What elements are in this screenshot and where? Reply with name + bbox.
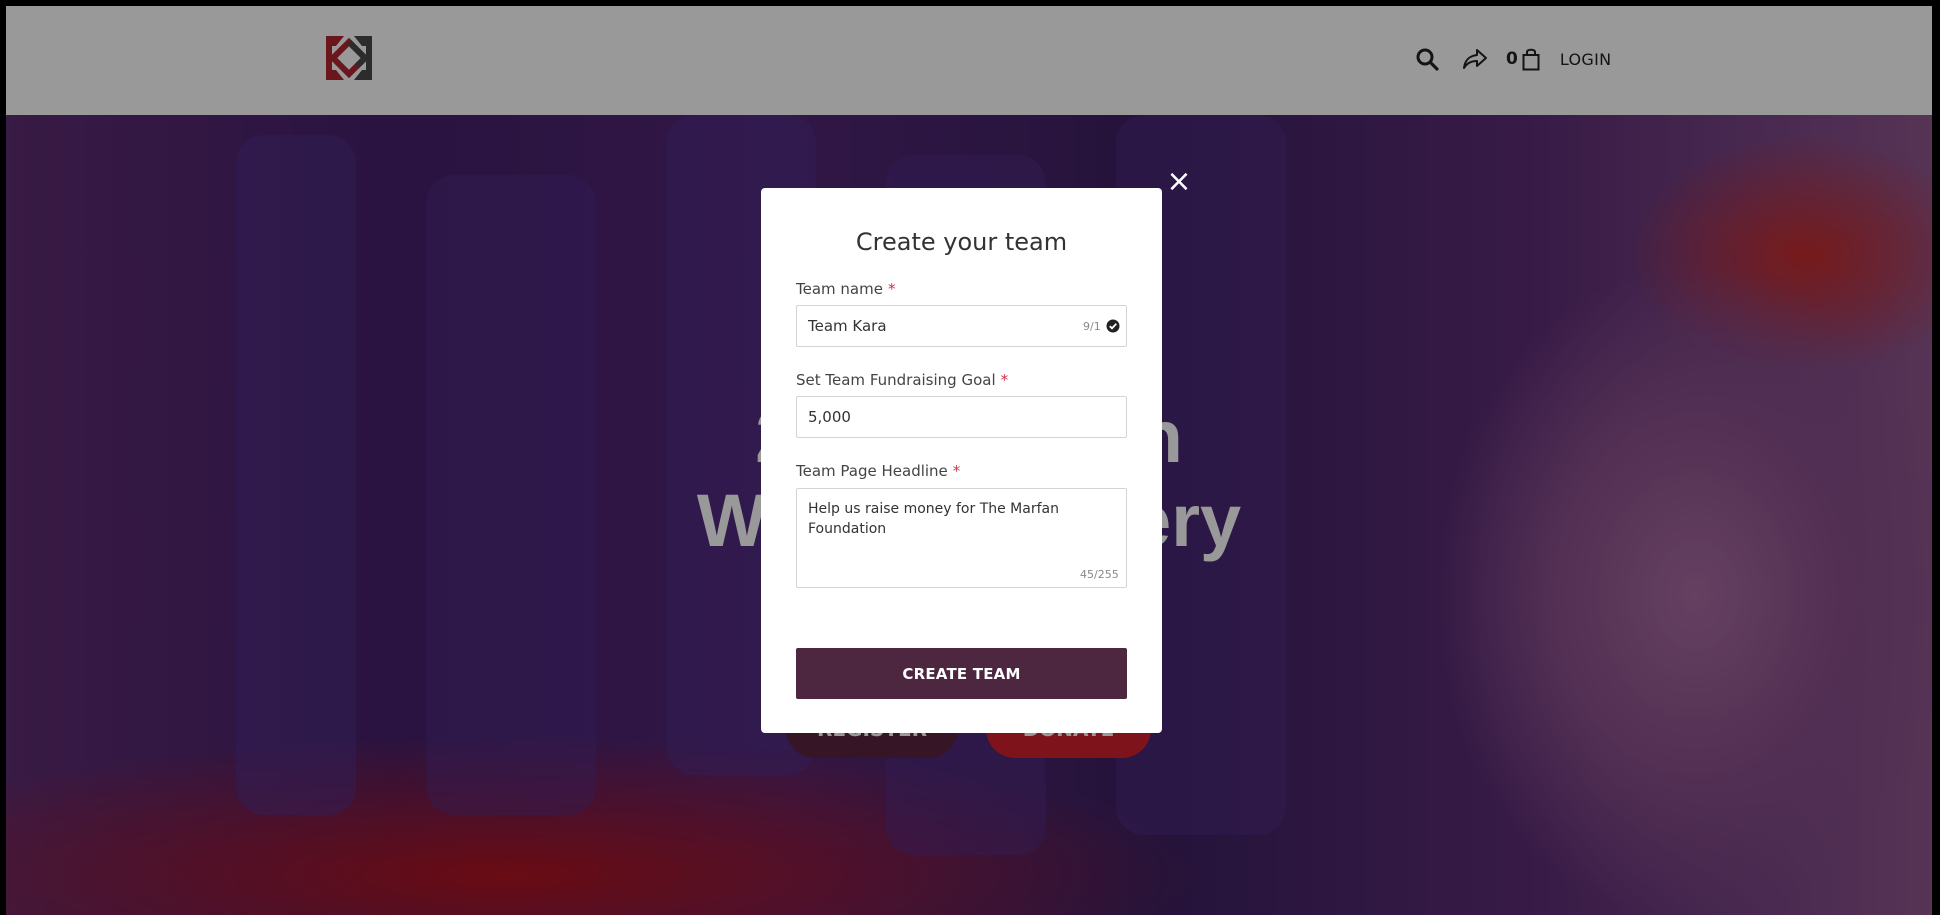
headline-value: Help us raise money for The Marfan Found… [808, 501, 1059, 537]
team-name-input[interactable]: Team Kara [796, 305, 1127, 347]
headline-label: Team Page Headline * [796, 462, 960, 480]
team-name-label-text: Team name [796, 280, 883, 298]
required-marker: * [887, 280, 896, 298]
close-icon[interactable]: × [1166, 167, 1192, 197]
headline-counter: 45/255 [1080, 568, 1119, 581]
required-marker: * [1000, 371, 1009, 389]
headline-textarea[interactable]: Help us raise money for The Marfan Found… [796, 488, 1127, 588]
create-team-button[interactable]: CREATE TEAM [796, 648, 1127, 699]
goal-value: 5,000 [808, 408, 851, 426]
create-team-dialog: Create your team Team name * Team Kara 9/… [761, 188, 1162, 733]
goal-label-text: Set Team Fundraising Goal [796, 371, 996, 389]
dialog-title: Create your team [855, 228, 1068, 256]
browser-viewport: 0 LOGIN 2022 Marfan Walk Discovery Satur… [6, 6, 1932, 915]
team-name-label: Team name * [796, 280, 895, 298]
team-name-counter: 9/1 [1083, 320, 1101, 333]
check-circle-icon [1106, 319, 1120, 333]
headline-label-text: Team Page Headline [796, 462, 948, 480]
fundraising-goal-input[interactable]: 5,000 [796, 396, 1127, 438]
required-marker: * [952, 462, 961, 480]
goal-label: Set Team Fundraising Goal * [796, 371, 1008, 389]
team-name-value: Team Kara [808, 317, 887, 335]
